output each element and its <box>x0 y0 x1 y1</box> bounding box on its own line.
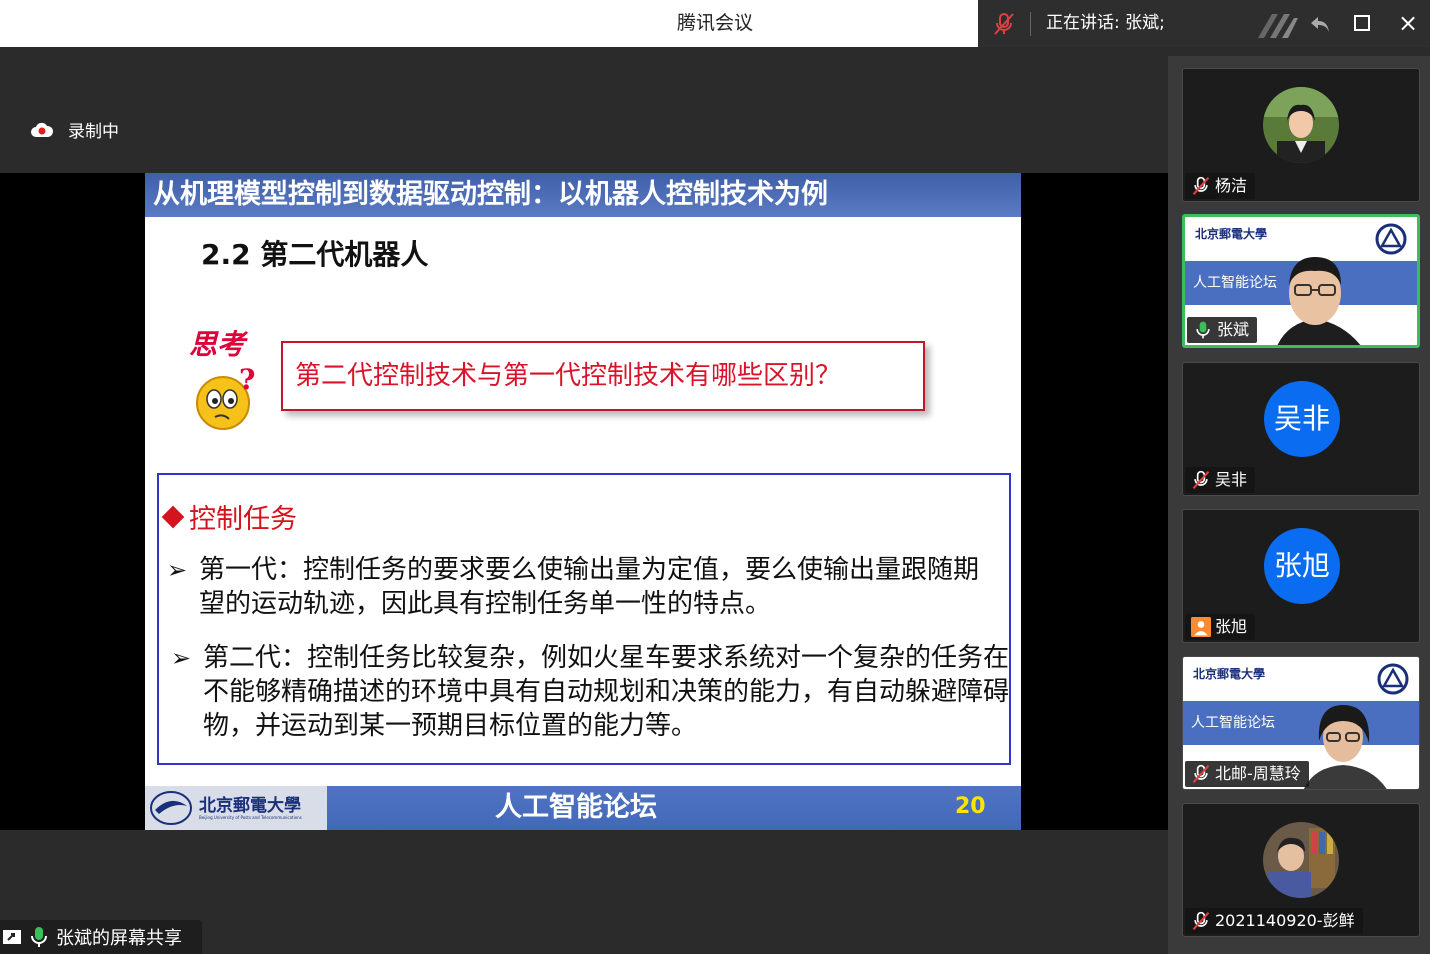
avatar-initials: 吴非 <box>1264 381 1340 457</box>
recording-indicator[interactable]: 录制中 <box>30 117 119 142</box>
maximize-icon[interactable] <box>1354 15 1370 31</box>
think-label: 思考 <box>189 328 246 361</box>
participant-tile[interactable]: 2021140920-彭鲜 <box>1182 803 1420 937</box>
camera-person-icon <box>1277 257 1361 345</box>
participant-name: 张斌 <box>1217 320 1250 339</box>
task-title-text: 控制任务 <box>189 504 297 535</box>
mic-muted-icon <box>1192 470 1210 490</box>
screen-share-icon <box>3 930 21 944</box>
forum-title: 人工智能论坛 <box>495 792 657 823</box>
user-icon <box>1191 617 1211 637</box>
arrow-bullet-icon: ➢ <box>171 644 192 672</box>
arrow-bullet-icon: ➢ <box>167 556 188 584</box>
bullet-second-gen: ➢ 第二代：控制任务比较复杂，例如火星车要求系统对一个复杂的任务在不能够精确描述的… <box>171 641 1010 743</box>
speaking-indicator: 正在讲话: 张斌; × <box>978 0 1430 47</box>
screen-share-badge[interactable]: 张斌的屏幕共享 <box>0 920 202 954</box>
university-name: 北京郵電大學 <box>199 796 301 816</box>
separator <box>1030 12 1031 36</box>
participant-sidebar: 杨洁 北京郵電大學 人工智能论坛 张斌 吴非 吴非 张旭 张旭 北京郵電大學 人… <box>1168 56 1430 954</box>
participant-tile[interactable]: 杨洁 <box>1182 68 1420 202</box>
participant-name: 2021140920-彭鲜 <box>1215 911 1355 930</box>
svg-text:?: ? <box>239 363 255 396</box>
participant-name: 吴非 <box>1215 470 1248 489</box>
avatar-initials: 张旭 <box>1264 528 1340 604</box>
diamond-bullet-icon <box>161 505 185 529</box>
main-stage: 录制中 从机理模型控制到数据驱动控制：以机器人控制技术为例 2.2 第二代机器人… <box>0 47 1168 954</box>
participant-nameplate: 张斌 <box>1187 317 1258 343</box>
participant-nameplate: 北邮-周慧玲 <box>1185 761 1309 787</box>
content-box: 控制任务 ➢ 第一代：控制任务的要求要么使输出量为定值，要么使输出量跟随期望的运动… <box>157 473 1011 765</box>
university-logo: 北京郵電大學 Beijing University of Posts and T… <box>145 786 327 830</box>
avatar-photo-icon <box>1263 87 1339 163</box>
screen-share-label: 张斌的屏幕共享 <box>56 928 182 949</box>
participant-name: 张旭 <box>1215 617 1248 636</box>
avatar <box>1263 822 1339 898</box>
cloud-record-icon <box>31 122 54 137</box>
participant-tile[interactable]: 北京郵電大學 人工智能论坛 北邮-周慧玲 <box>1182 656 1420 790</box>
university-name-en: Beijing University of Posts and Telecomm… <box>199 815 302 820</box>
recording-label: 录制中 <box>68 122 119 142</box>
mic-muted-icon <box>1192 176 1210 196</box>
task-title: 控制任务 <box>161 497 297 536</box>
undo-icon[interactable] <box>1308 12 1332 36</box>
participant-nameplate: 吴非 <box>1185 467 1256 493</box>
mic-active-icon <box>31 927 47 947</box>
university-emblem-icon <box>150 791 192 825</box>
bullet-second-gen-text: 第二代：控制任务比较复杂，例如火星车要求系统对一个复杂的任务在不能够精确描述的环… <box>203 643 1010 741</box>
camera-university-logo: 北京郵電大學 <box>1193 667 1266 681</box>
participant-nameplate: 2021140920-彭鲜 <box>1185 908 1363 934</box>
avatar-photo-icon <box>1263 822 1339 898</box>
close-icon[interactable]: × <box>1398 11 1420 35</box>
participant-nameplate: 张旭 <box>1185 614 1256 640</box>
slide-header: 从机理模型控制到数据驱动控制：以机器人控制技术为例 <box>145 173 1021 217</box>
slide-section-title: 2.2 第二代机器人 <box>201 238 429 271</box>
bullet-first-gen-text: 第一代：控制任务的要求要么使输出量为定值，要么使输出量跟随期望的运动轨迹，因此具… <box>199 555 980 619</box>
speaking-label: 正在讲话: 张斌; <box>1046 13 1165 33</box>
emblem-icon <box>1375 223 1407 255</box>
thinking-emoji-icon: ? <box>196 363 255 430</box>
screen-share-area: 从机理模型控制到数据驱动控制：以机器人控制技术为例 2.2 第二代机器人 思考 … <box>0 173 1168 830</box>
avatar <box>1263 87 1339 163</box>
page-number: 20 <box>955 794 986 819</box>
title-bar: 腾讯会议 正在讲话: 张斌; × <box>0 0 1430 47</box>
mic-muted-icon <box>1192 764 1210 784</box>
presentation-slide: 从机理模型控制到数据驱动控制：以机器人控制技术为例 2.2 第二代机器人 思考 … <box>145 173 1021 830</box>
participant-tile[interactable]: 吴非 吴非 <box>1182 362 1420 496</box>
participant-name: 北邮-周慧玲 <box>1215 764 1301 783</box>
participant-name: 杨洁 <box>1215 176 1248 195</box>
network-signal-icon <box>1258 14 1298 38</box>
participant-tile[interactable]: 张旭 张旭 <box>1182 509 1420 643</box>
participant-tile-active[interactable]: 北京郵電大學 人工智能论坛 张斌 <box>1182 214 1420 348</box>
mic-muted-icon <box>1192 911 1210 931</box>
question-box: 第二代控制技术与第一代控制技术有哪些区别？ <box>281 341 925 411</box>
mic-active-icon <box>1196 321 1210 339</box>
mic-muted-icon[interactable] <box>992 12 1016 36</box>
bullet-first-gen: ➢ 第一代：控制任务的要求要么使输出量为定值，要么使输出量跟随期望的运动轨迹，因此… <box>167 553 999 621</box>
slide-footer: 北京郵電大學 Beijing University of Posts and T… <box>145 786 1021 830</box>
participant-nameplate: 杨洁 <box>1185 173 1256 199</box>
